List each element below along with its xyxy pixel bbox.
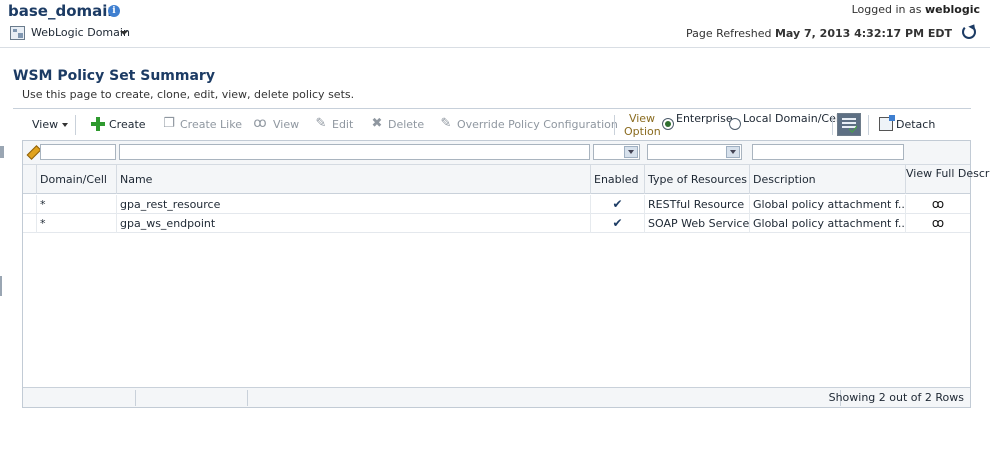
toolbar-separator <box>832 115 833 135</box>
local-domain-label[interactable]: Local Domain/Cell <box>743 112 842 125</box>
column-header-type[interactable]: Type of Resources <box>645 165 750 194</box>
create-button[interactable]: Create <box>109 118 146 131</box>
cell-description: Global policy attachment f... <box>750 195 906 214</box>
detach-icon <box>879 115 895 131</box>
status-separator <box>135 390 136 406</box>
table-toolbar: View Create ❐ Create Like ꝏ View ✎ Edit … <box>22 111 971 139</box>
column-header-domain[interactable]: Domain/Cell <box>37 165 117 194</box>
checkmark-icon: ✔ <box>591 214 645 233</box>
username: weblogic <box>925 3 980 16</box>
table-row[interactable]: * gpa_rest_resource ✔ RESTful Resource G… <box>23 195 970 214</box>
name-filter-input[interactable] <box>119 144 590 160</box>
logged-in-text: Logged in as weblogic <box>852 3 980 16</box>
create-like-icon: ❐ <box>163 116 175 131</box>
enterprise-radio[interactable] <box>662 118 674 130</box>
plus-icon <box>91 117 105 131</box>
cell-description: Global policy attachment f... <box>750 214 906 233</box>
page-refreshed: Page Refreshed May 7, 2013 4:32:17 PM ED… <box>686 27 952 40</box>
cell-type: SOAP Web Service <box>645 214 750 233</box>
edit-button[interactable]: Edit <box>332 118 353 131</box>
refreshed-time: May 7, 2013 4:32:17 PM EDT <box>774 27 952 40</box>
row-selector[interactable] <box>23 214 37 233</box>
cell-domain: * <box>37 195 117 214</box>
clear-filter-icon[interactable] <box>25 145 39 159</box>
checkmark-icon: ✔ <box>591 195 645 214</box>
pencil-icon: ✎ <box>440 116 452 131</box>
cell-domain: * <box>37 214 117 233</box>
table-status-bar: Showing 2 out of 2 Rows <box>23 387 970 407</box>
create-like-button[interactable]: Create Like <box>180 118 242 131</box>
column-header-description[interactable]: Description <box>750 165 906 194</box>
glasses-icon: ꝏ <box>253 116 267 131</box>
enterprise-label[interactable]: Enterprise <box>676 112 733 125</box>
cell-name: gpa_ws_endpoint <box>117 214 591 233</box>
domain-filter-input[interactable] <box>40 144 116 160</box>
view-option-label: View Option <box>624 112 661 138</box>
table-row[interactable]: * gpa_ws_endpoint ✔ SOAP Web Service Glo… <box>23 214 970 233</box>
toolbar-separator <box>75 115 76 135</box>
view-menu[interactable]: View <box>32 118 69 131</box>
cell-name: gpa_rest_resource <box>117 195 591 214</box>
filter-row <box>23 141 970 165</box>
refreshed-label: Page Refreshed <box>686 27 772 40</box>
table-header: Domain/Cell Name Enabled Type of Resourc… <box>23 165 990 194</box>
column-header-name[interactable]: Name <box>117 165 591 194</box>
title-divider <box>13 108 971 109</box>
view-button[interactable]: View <box>273 118 299 131</box>
refresh-icon[interactable] <box>962 25 976 39</box>
splitter-handle[interactable] <box>0 146 4 158</box>
toolbar-separator <box>614 115 615 135</box>
view-menu-label: View <box>32 118 59 131</box>
chevron-down-icon[interactable] <box>624 146 638 158</box>
override-policy-button[interactable]: Override Policy Configuration <box>457 118 618 131</box>
row-count-status: Showing 2 out of 2 Rows <box>828 391 964 404</box>
glasses-icon[interactable]: ꝏ <box>906 214 970 233</box>
query-by-example-button[interactable] <box>837 113 861 136</box>
logged-in-label: Logged in as <box>851 3 922 16</box>
local-domain-radio[interactable] <box>729 118 741 130</box>
header-divider <box>0 47 990 48</box>
row-selector[interactable] <box>23 195 37 214</box>
chevron-down-icon <box>62 123 69 127</box>
policy-set-table: Domain/Cell Name Enabled Type of Resourc… <box>22 140 990 408</box>
delete-icon: ✖ <box>371 116 383 131</box>
select-column-header <box>23 165 37 194</box>
page-title: WSM Policy Set Summary <box>13 68 215 84</box>
splitter-handle[interactable] <box>0 276 2 296</box>
glasses-icon[interactable]: ꝏ <box>906 195 970 214</box>
pencil-icon: ✎ <box>315 116 327 131</box>
domain-title: base_domain <box>8 2 119 20</box>
weblogic-domain-menu[interactable]: WebLogic Domain <box>31 26 130 39</box>
detach-button[interactable]: Detach <box>896 118 935 131</box>
chevron-down-icon[interactable] <box>120 31 128 35</box>
weblogic-domain-icon <box>10 26 25 40</box>
chevron-down-icon[interactable] <box>726 146 740 158</box>
status-separator <box>247 390 248 406</box>
page-description: Use this page to create, clone, edit, vi… <box>22 88 355 101</box>
delete-button[interactable]: Delete <box>388 118 424 131</box>
column-header-view-full-description[interactable]: View Full Description <box>906 165 990 194</box>
type-filter-select[interactable] <box>647 144 742 160</box>
description-filter-input[interactable] <box>752 144 904 160</box>
column-header-enabled[interactable]: Enabled <box>591 165 645 194</box>
info-icon[interactable]: i <box>108 5 120 17</box>
enabled-filter-select[interactable] <box>593 144 640 160</box>
cell-type: RESTful Resource <box>645 195 750 214</box>
toolbar-separator <box>868 115 869 135</box>
